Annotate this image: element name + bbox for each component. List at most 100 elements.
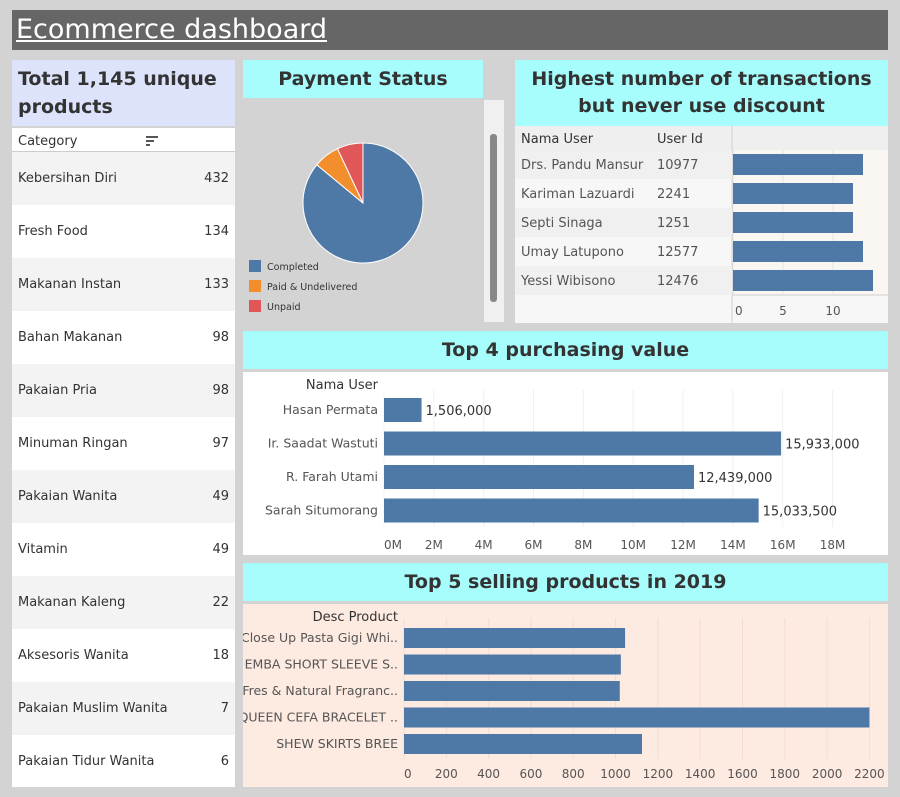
x-tick-label: 400	[477, 767, 500, 781]
bar[interactable]	[384, 465, 694, 489]
bar[interactable]	[404, 681, 620, 701]
x-tick-label: 0	[735, 304, 743, 318]
category-count: 49	[212, 542, 229, 557]
user-name-label: Drs. Pandu Mansur	[521, 158, 644, 173]
category-name: Bahan Makanan	[18, 330, 123, 345]
x-tick-label: 0	[404, 767, 412, 781]
category-label: Hasan Permata	[283, 402, 378, 417]
transactions-title-text: Highest number of transactions but never…	[531, 68, 872, 117]
dashboard-title: Ecommerce dashboard	[16, 14, 328, 45]
scrollbar[interactable]	[484, 100, 504, 322]
category-row[interactable]: Pakaian Tidur Wanita 6	[12, 735, 235, 788]
bar[interactable]	[404, 707, 870, 728]
transactions-title: Highest number of transactions but never…	[515, 60, 888, 126]
x-tick-label: 0M	[384, 538, 402, 552]
category-count: 432	[204, 171, 229, 186]
x-tick-label: 1400	[685, 767, 716, 781]
x-tick-label: 2200	[854, 767, 885, 781]
category-count: 7	[220, 701, 229, 716]
sort-icon[interactable]	[146, 136, 158, 146]
category-label: R. Farah Utami	[286, 469, 378, 484]
user-name-label: Septi Sinaga	[521, 216, 603, 231]
x-tick-label: 1000	[600, 767, 631, 781]
data-label: 12,439,000	[698, 471, 772, 486]
payment-pie-chart: Completed Paid & Undelivered Unpaid	[249, 142, 424, 313]
bar[interactable]	[404, 734, 642, 754]
selling-title-text: Top 5 selling products in 2019	[404, 571, 727, 593]
payment-status-title: Payment Status	[243, 60, 483, 98]
category-name: Makanan Instan	[18, 277, 122, 292]
x-tick-label: 12M	[670, 538, 696, 552]
x-tick-label: 14M	[720, 538, 746, 552]
category-row[interactable]: Makanan Kaleng 22	[12, 576, 235, 629]
user-id-label: 12577	[657, 245, 698, 260]
category-row[interactable]: Bahan Makanan 98	[12, 311, 235, 364]
category-count: 98	[212, 383, 229, 398]
category-row[interactable]: Minuman Ringan 97	[12, 417, 235, 470]
payment-status-panel: Completed Paid & Undelivered Unpaid	[243, 100, 505, 323]
legend-label: Paid & Undelivered	[267, 282, 357, 293]
category-count: 18	[212, 648, 229, 663]
category-label: Ir. Saadat Wastuti	[268, 436, 378, 451]
bar[interactable]	[384, 498, 759, 523]
user-name-label: Kariman Lazuardi	[521, 187, 634, 202]
x-tick-label: 200	[435, 767, 458, 781]
bar[interactable]	[384, 398, 422, 422]
transactions-bar-chart: Nama User User Id Drs. Pandu Mansur 10977 Ka…	[515, 126, 888, 323]
category-name: Pakaian Pria	[18, 383, 97, 398]
category-row[interactable]: Makanan Instan 133	[12, 258, 235, 311]
selling-bar-chart: 0 200 400 600 800 1000 1200 1400 1600 1800 2000 220…	[239, 610, 885, 781]
user-name-label: Yessi Wibisono	[520, 274, 616, 289]
bar[interactable]	[404, 654, 621, 675]
category-count: 98	[212, 330, 229, 345]
selling-title: Top 5 selling products in 2019	[243, 563, 888, 601]
bar[interactable]	[733, 212, 853, 233]
category-row[interactable]: Vitamin 49	[12, 523, 235, 576]
category-row[interactable]: Kebersihan Diri 432	[12, 152, 235, 205]
x-tick-label: 2000	[812, 767, 843, 781]
user-id-label: 12476	[657, 274, 698, 289]
x-tick-label: 4M	[475, 538, 493, 552]
x-tick-label: 1200	[643, 767, 674, 781]
category-count: 133	[204, 277, 229, 292]
category-row[interactable]: Pakaian Muslim Wanita 7	[12, 682, 235, 735]
category-row[interactable]: Fresh Food 134	[12, 205, 235, 258]
category-row[interactable]: Pakaian Wanita 49	[12, 470, 235, 523]
bar[interactable]	[404, 628, 626, 648]
transactions-panel: Nama User User Id Drs. Pandu Mansur 10977 Ka…	[515, 126, 888, 323]
category-label: Sarah Situmorang	[265, 503, 378, 518]
category-rows: Kebersihan Diri 432 Fresh Food 134 Makanan I…	[12, 152, 235, 788]
legend-swatch	[249, 260, 261, 272]
data-label: 15,033,500	[763, 505, 837, 520]
scrollbar-thumb[interactable]	[490, 134, 497, 302]
category-name: Makanan Kaleng	[18, 595, 126, 610]
column-header-user-id: User Id	[657, 132, 703, 147]
bar[interactable]	[733, 183, 853, 204]
x-tick-label: 18M	[820, 538, 846, 552]
purchasing-title-text: Top 4 purchasing value	[441, 339, 690, 361]
category-name: Minuman Ringan	[18, 436, 128, 451]
purchasing-title: Top 4 purchasing value	[243, 331, 888, 369]
category-count: 22	[212, 595, 229, 610]
payment-status-title-text: Payment Status	[278, 68, 448, 90]
selling-panel: 0 200 400 600 800 1000 1200 1400 1600 1800 2000 220…	[239, 604, 888, 787]
category-row[interactable]: Pakaian Pria 98	[12, 364, 235, 417]
category-count: 6	[220, 754, 229, 769]
bar[interactable]	[733, 154, 863, 175]
x-tick-label: 8M	[574, 538, 592, 552]
category-row[interactable]: Aksesoris Wanita 18	[12, 629, 235, 682]
x-tick-label: 1600	[727, 767, 758, 781]
x-tick-label: 5	[779, 304, 787, 318]
category-column-header[interactable]: Category	[12, 128, 235, 152]
category-count: 49	[212, 489, 229, 504]
bar[interactable]	[733, 241, 863, 262]
category-label: SHEW SKIRTS BREE	[276, 736, 398, 751]
category-label: EMBA SHORT SLEEVE S..	[245, 657, 398, 672]
user-id-label: 10977	[657, 158, 698, 173]
bar[interactable]	[384, 431, 782, 456]
category-name: Kebersihan Diri	[18, 171, 118, 186]
category-label: Fres & Natural Fragranc..	[243, 683, 398, 698]
bar[interactable]	[733, 270, 873, 291]
purchasing-panel: 0M 2M 4M 6M 8M 10M 12M 14M 16M 18M Nama User Hasan …	[243, 372, 888, 555]
x-tick-label: 600	[519, 767, 542, 781]
